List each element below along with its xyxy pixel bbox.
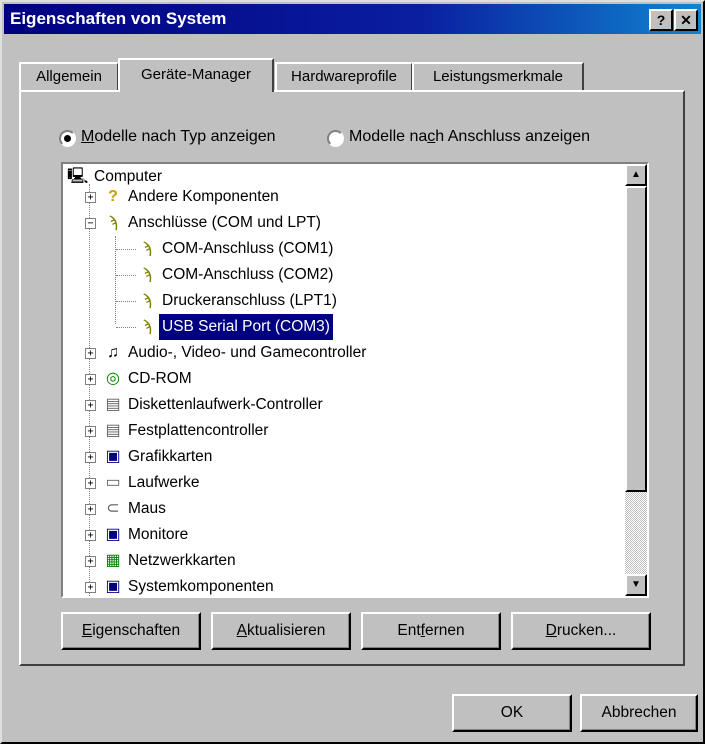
title-bar[interactable]: Eigenschaften von System ? ✕ (4, 4, 701, 34)
port-icon: ϡ (142, 266, 152, 283)
tab-geraete-manager[interactable]: Geräte-Manager (118, 58, 274, 92)
print-button[interactable]: Drucken... (511, 612, 651, 650)
floppy-controller-icon: ▤ (105, 396, 121, 413)
help-button[interactable]: ? (649, 9, 673, 31)
tree-guide-line (116, 301, 136, 302)
expand-icon[interactable]: + (85, 348, 96, 359)
radio-by-type-label: Modelle nach Typ anzeigen (81, 128, 276, 145)
expand-icon[interactable]: + (85, 478, 96, 489)
tab-allgemein[interactable]: Allgemein (19, 62, 119, 90)
radio-by-connection[interactable] (327, 130, 344, 147)
tree-node-maus[interactable]: + ⊂ Maus (63, 496, 623, 522)
tree-node-systemkomponenten[interactable]: + ▣ Systemkomponenten (63, 574, 623, 596)
tree-node-anschluesse[interactable]: − ϡ Anschlüsse (COM und LPT) (63, 210, 623, 236)
question-icon: ? (108, 188, 118, 205)
scroll-up-button[interactable]: ▲ (625, 164, 647, 186)
tree-guide-line (116, 249, 136, 250)
tree-node-audio-video[interactable]: + ♫ Audio-, Video- und Gamecontroller (63, 340, 623, 366)
tree-node-festplattencontroller[interactable]: + ▤ Festplattencontroller (63, 418, 623, 444)
collapse-icon[interactable]: − (85, 218, 96, 229)
expand-icon[interactable]: + (85, 426, 96, 437)
port-icon: ϡ (142, 240, 152, 257)
device-tree[interactable]: 🖳 Computer + ? Andere Komponenten − ϡ An… (61, 162, 649, 598)
close-button[interactable]: ✕ (674, 9, 698, 31)
system-properties-window: Eigenschaften von System ? ✕ Allgemein G… (0, 0, 705, 744)
expand-icon[interactable]: + (85, 556, 96, 567)
audio-icon: ♫ (107, 344, 119, 361)
expand-icon[interactable]: + (85, 504, 96, 515)
expand-icon[interactable]: + (85, 374, 96, 385)
cancel-button[interactable]: Abbrechen (580, 694, 698, 732)
drive-icon: ▭ (105, 474, 121, 491)
tree-node-diskettenlaufwerk-controller[interactable]: + ▤ Diskettenlaufwerk-Controller (63, 392, 623, 418)
port-icon: ϡ (108, 214, 118, 231)
port-icon: ϡ (142, 292, 152, 309)
vertical-scrollbar[interactable]: ▲ ▼ (625, 164, 647, 596)
properties-button[interactable]: Eigenschaften (61, 612, 201, 650)
tree-guide-line (116, 275, 136, 276)
mouse-icon: ⊂ (106, 500, 120, 517)
scroll-thumb[interactable] (625, 186, 647, 492)
radio-by-connection-label: Modelle nach Anschluss anzeigen (349, 128, 591, 145)
tree-node-netzwerkkarten[interactable]: + ▦ Netzwerkkarten (63, 548, 623, 574)
tree-node-grafikkarten[interactable]: + ▣ Grafikkarten (63, 444, 623, 470)
disk-controller-icon: ▤ (105, 422, 121, 439)
system-icon: ▣ (105, 578, 121, 595)
remove-button[interactable]: Entfernen (361, 612, 501, 650)
port-icon: ϡ (142, 318, 152, 335)
cdrom-icon: ◎ (106, 370, 120, 387)
tab-hardwareprofile[interactable]: Hardwareprofile (275, 62, 413, 90)
window-title: Eigenschaften von System (10, 9, 227, 28)
expand-icon[interactable]: + (85, 192, 96, 203)
tree-node-andere-komponenten[interactable]: + ? Andere Komponenten (63, 184, 623, 210)
tree-node-laufwerke[interactable]: + ▭ Laufwerke (63, 470, 623, 496)
network-card-icon: ▦ (105, 552, 121, 569)
scroll-down-button[interactable]: ▼ (625, 574, 647, 596)
tree-node-cd-rom[interactable]: + ◎ CD-ROM (63, 366, 623, 392)
expand-icon[interactable]: + (85, 400, 96, 411)
monitor-icon: ▣ (105, 526, 121, 543)
tree-guide-line (116, 327, 136, 328)
device-manager-panel: Modelle nach Typ anzeigen Modelle nach A… (19, 90, 685, 666)
expand-icon[interactable]: + (85, 582, 96, 593)
display-adapter-icon: ▣ (105, 448, 121, 465)
device-tree-content: 🖳 Computer + ? Andere Komponenten − ϡ An… (63, 164, 625, 596)
radio-by-type[interactable] (59, 130, 76, 147)
refresh-button[interactable]: Aktualisieren (211, 612, 351, 650)
ok-button[interactable]: OK (452, 694, 572, 732)
expand-icon[interactable]: + (85, 452, 96, 463)
tab-leistungsmerkmale[interactable]: Leistungsmerkmale (412, 62, 584, 90)
expand-icon[interactable]: + (85, 530, 96, 541)
tree-node-monitore[interactable]: + ▣ Monitore (63, 522, 623, 548)
